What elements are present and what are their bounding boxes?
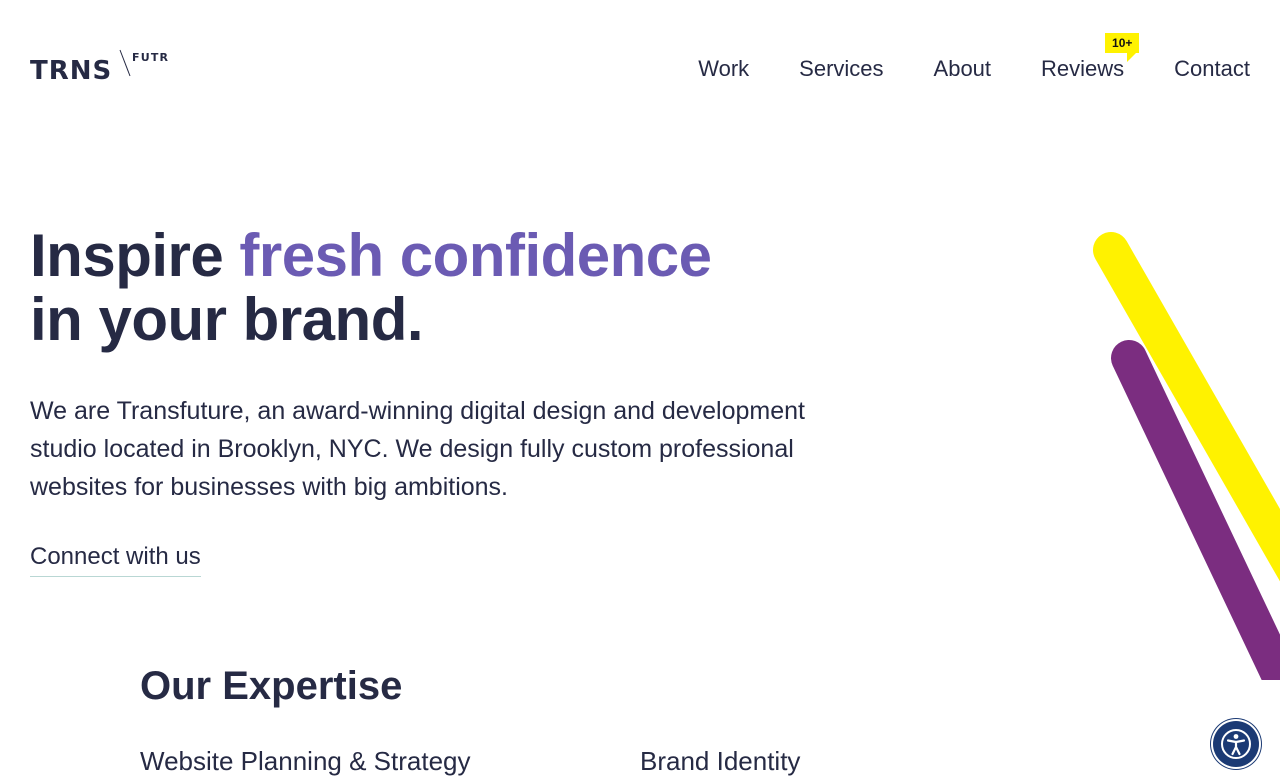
accessibility-icon <box>1221 729 1251 759</box>
accessibility-button[interactable] <box>1213 721 1259 767</box>
hero-title-lead: Inspire <box>30 222 240 289</box>
hero-title: Inspire fresh confidence in your brand. <box>30 224 712 352</box>
reviews-count-badge: 10+ <box>1105 33 1140 62</box>
reviews-count-text: 10+ <box>1112 36 1133 50</box>
nav-item-about[interactable]: About <box>934 55 992 83</box>
hero-description: We are Transfuture, an award-winning dig… <box>30 397 805 501</box>
decorative-stripes <box>1093 232 1280 680</box>
hero-title-end: in your brand. <box>30 286 424 353</box>
badge-tail <box>1127 53 1137 62</box>
connect-with-us-link[interactable]: Connect with us <box>30 542 201 577</box>
expertise-heading: Our Expertise <box>140 664 403 708</box>
logo-subtext: FUTR <box>132 51 170 64</box>
logo-slash-icon <box>119 49 131 77</box>
logo-wordmark: TRNS <box>30 56 113 86</box>
hero-title-accent: fresh confidence <box>239 222 712 289</box>
logo[interactable]: TRNS FUTR <box>30 46 180 90</box>
expertise-item-website-planning[interactable]: Website Planning & Strategy <box>140 744 470 778</box>
main-nav: Work Services About Reviews 10+ Contact <box>698 33 1250 83</box>
nav-item-reviews[interactable]: Reviews 10+ <box>1041 33 1140 83</box>
expertise-item-brand-identity[interactable]: Brand Identity <box>640 744 800 778</box>
nav-item-services[interactable]: Services <box>799 55 883 83</box>
nav-item-reviews-label: Reviews <box>1041 56 1125 81</box>
nav-item-contact[interactable]: Contact <box>1174 55 1250 83</box>
nav-item-work[interactable]: Work <box>698 55 749 83</box>
